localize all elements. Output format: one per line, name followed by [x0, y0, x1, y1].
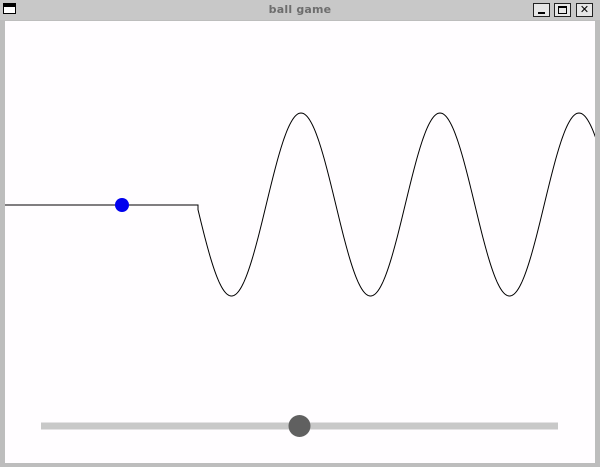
slider-knob[interactable]	[288, 415, 311, 437]
maximize-icon	[558, 6, 567, 14]
minimize-button[interactable]	[533, 3, 550, 17]
app-window: ball game ✕	[0, 0, 600, 467]
close-icon: ✕	[579, 3, 590, 16]
ball	[115, 198, 129, 212]
game-canvas[interactable]	[5, 21, 595, 463]
window-title: ball game	[268, 3, 332, 16]
close-button[interactable]: ✕	[576, 3, 593, 17]
maximize-button[interactable]	[554, 3, 571, 17]
wave-track	[5, 112, 595, 297]
title-bar[interactable]: ball game ✕	[0, 0, 600, 20]
minimize-icon	[538, 12, 545, 14]
game-scene[interactable]	[5, 21, 595, 463]
